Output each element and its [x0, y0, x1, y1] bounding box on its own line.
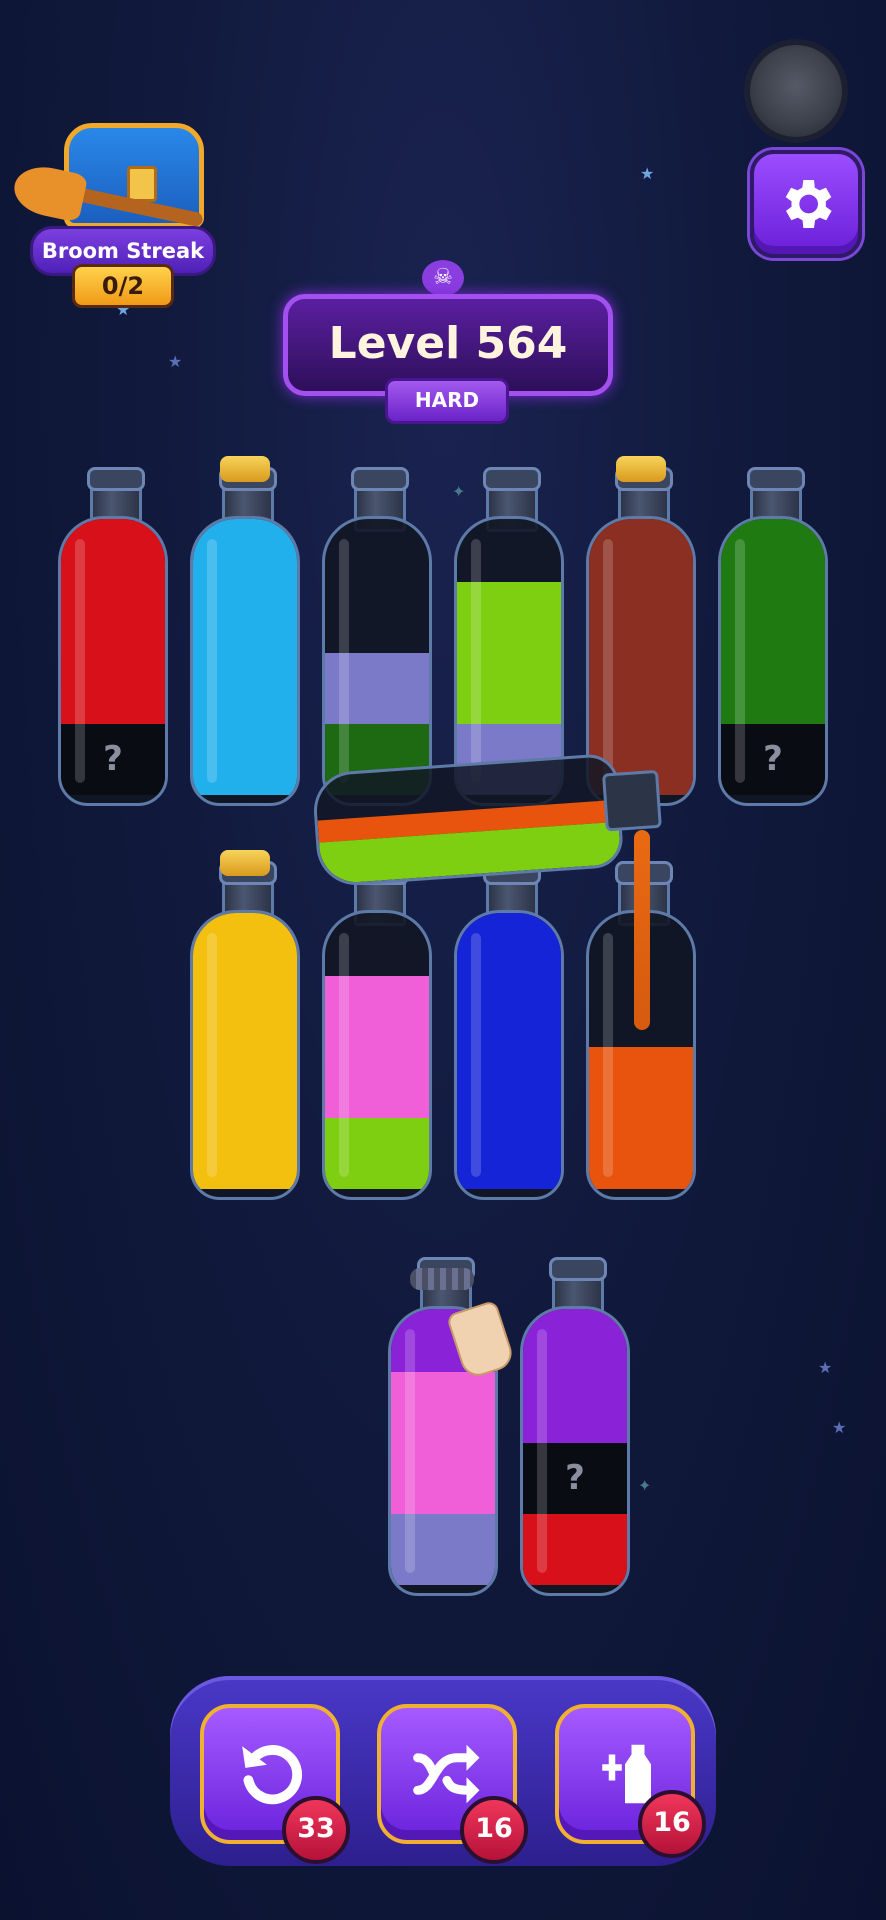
cork-icon: [220, 456, 270, 482]
bottle[interactable]: [190, 850, 300, 1202]
bottle[interactable]: [454, 861, 564, 1202]
pour-stream: [634, 830, 650, 1030]
undo-count-badge: 33: [282, 1796, 350, 1864]
bottle[interactable]: [322, 861, 432, 1202]
broom-streak-widget[interactable]: Broom Streak 0/2: [9, 118, 216, 308]
star-decoration: ✦: [638, 1476, 652, 1495]
gear-icon: [785, 180, 832, 228]
broom-streak-count: 0/2: [72, 264, 174, 308]
star-decoration: ★: [640, 164, 655, 183]
star-decoration: ★: [168, 352, 183, 371]
undo-icon: [242, 1745, 302, 1805]
settings-button[interactable]: [750, 150, 862, 258]
bottle[interactable]: [190, 456, 300, 808]
bottle[interactable]: ?: [718, 467, 828, 808]
star-decoration: ★: [818, 1358, 833, 1377]
bottle[interactable]: ?: [520, 1257, 630, 1598]
difficulty-badge: HARD: [385, 378, 509, 424]
cork-icon: [220, 850, 270, 876]
add-bottle-count-badge: 16: [638, 1790, 706, 1858]
cork-icon: [616, 456, 666, 482]
rope-lock-icon: [410, 1268, 474, 1290]
profile-button[interactable]: [750, 45, 842, 137]
bottle[interactable]: [322, 467, 432, 808]
bottle[interactable]: ?: [58, 467, 168, 808]
shuffle-count-badge: 16: [460, 1796, 528, 1864]
skull-icon: ☠: [422, 260, 464, 296]
star-decoration: ★: [832, 1418, 847, 1437]
pouring-bottle: [311, 750, 662, 891]
